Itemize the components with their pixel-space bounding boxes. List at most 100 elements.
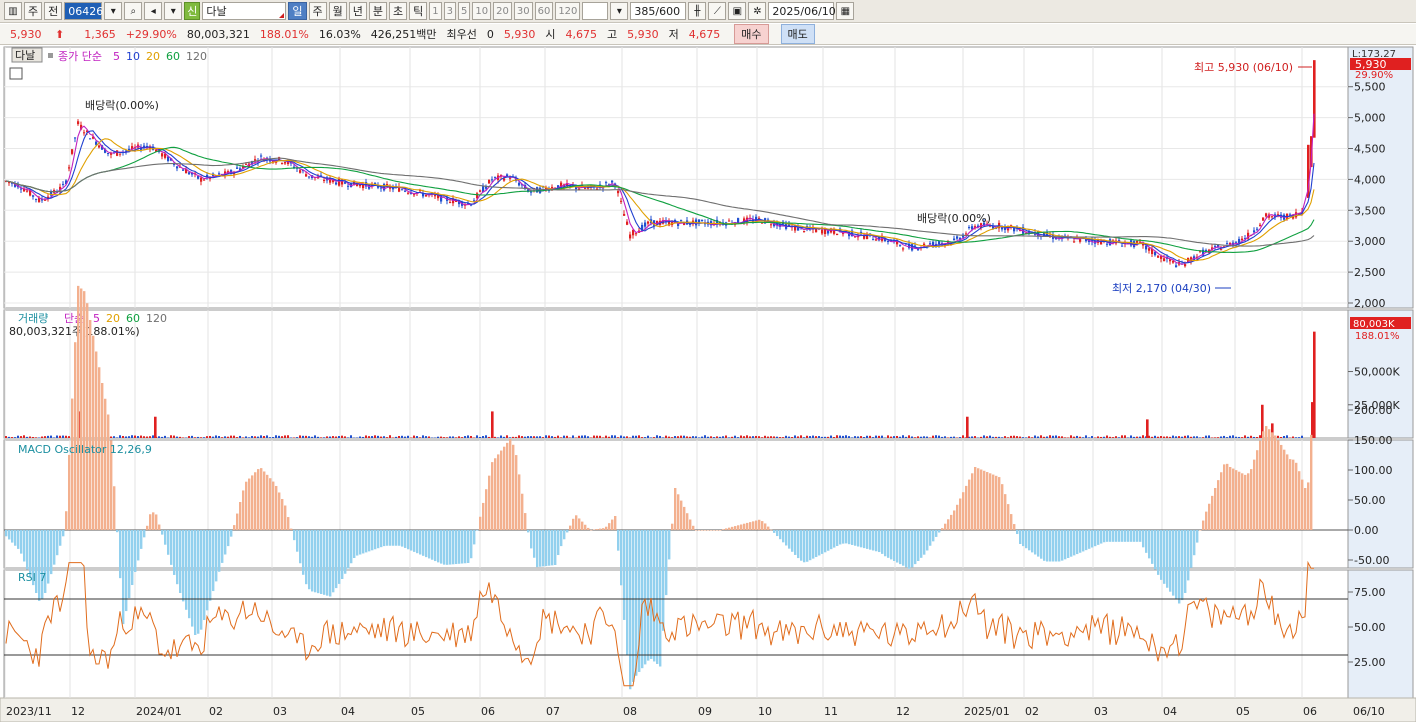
- period-minute[interactable]: 분: [368, 2, 387, 20]
- volume-bar: [1253, 436, 1255, 438]
- macd-bar: [224, 530, 227, 555]
- macd-bar: [161, 530, 164, 535]
- period-year[interactable]: 년: [348, 2, 367, 20]
- macd-bar: [959, 498, 962, 530]
- macd-bar: [341, 530, 344, 579]
- stock-chart[interactable]: 2023/11 12 2024/01 02 03 04 05 06 07 08 09 10 11 12 20…: [0, 45, 1416, 722]
- period-tick[interactable]: 틱: [409, 2, 428, 20]
- macd-bar: [539, 530, 542, 567]
- macd-bar: [854, 530, 857, 546]
- volume-bar: [776, 436, 778, 438]
- quote-bar: 5,930 ⬆ 1,365 +29.90% 80,003,321 188.01%…: [0, 24, 1416, 45]
- chart-menu-icon[interactable]: ▥: [4, 2, 22, 20]
- period-second[interactable]: 초: [389, 2, 408, 20]
- macd-tick-label: 200.00: [1354, 404, 1393, 417]
- price-tick-label: 5,500: [1354, 81, 1386, 94]
- date-input[interactable]: 2025/06/10: [768, 2, 836, 20]
- stock-code-input[interactable]: 064260: [64, 2, 110, 20]
- volume-bar: [362, 436, 364, 438]
- x-tick-label: 08: [623, 705, 637, 718]
- volume-bar: [1226, 437, 1228, 438]
- macd-bar: [1040, 530, 1043, 559]
- market-select[interactable]: 주: [24, 2, 43, 20]
- candle-body: [647, 221, 650, 224]
- volume-bar: [767, 436, 769, 438]
- volume-bar: [1193, 436, 1195, 438]
- macd-bar: [38, 530, 41, 601]
- sell-button[interactable]: 매도: [780, 24, 815, 44]
- min-60[interactable]: 60: [534, 2, 554, 20]
- period-day[interactable]: 일: [288, 2, 307, 20]
- volume-bar: [227, 436, 229, 438]
- macd-bar: [572, 518, 575, 530]
- macd-bar: [323, 530, 326, 595]
- save-icon[interactable]: ▣: [728, 2, 747, 20]
- line-tool-icon[interactable]: ⟋: [708, 2, 727, 20]
- volume-bar: [1166, 436, 1168, 438]
- calendar-icon[interactable]: ▦: [836, 2, 855, 20]
- min-10[interactable]: 10: [472, 2, 492, 20]
- macd-bar: [842, 530, 845, 544]
- macd-bar: [935, 530, 938, 537]
- macd-bar: [287, 517, 290, 530]
- candle-type-icon[interactable]: ╫: [688, 2, 707, 20]
- macd-bar: [1106, 530, 1109, 542]
- volume-bar: [386, 437, 388, 438]
- volume-bar: [719, 436, 721, 438]
- macd-bar: [203, 530, 206, 621]
- custom-period-input[interactable]: [582, 2, 609, 20]
- period-week[interactable]: 주: [308, 2, 327, 20]
- min-1[interactable]: 1: [429, 2, 442, 20]
- market-type-select[interactable]: 전: [44, 2, 63, 20]
- min-30[interactable]: 30: [513, 2, 533, 20]
- custom-period-dropdown-icon[interactable]: ▾: [610, 2, 629, 20]
- macd-bar: [614, 516, 617, 530]
- volume-bar: [164, 435, 166, 438]
- volume-bar: [1247, 436, 1249, 438]
- code-dropdown-icon[interactable]: ▾: [104, 2, 123, 20]
- gear-icon[interactable]: ✲: [748, 2, 767, 20]
- macd-bar: [1190, 530, 1193, 568]
- macd-bar: [1205, 511, 1208, 530]
- volume-bar: [1058, 436, 1060, 438]
- volume-bar: [1085, 435, 1087, 438]
- stock-name-field[interactable]: 다날: [202, 2, 287, 20]
- speaker-icon[interactable]: ◂: [144, 2, 163, 20]
- min-120[interactable]: 120: [555, 2, 581, 20]
- macd-bar: [548, 530, 551, 566]
- min-20[interactable]: 20: [493, 2, 512, 20]
- dropdown-icon[interactable]: ▾: [164, 2, 183, 20]
- volume-bar: [161, 436, 163, 438]
- candle-body: [488, 179, 491, 184]
- min-3[interactable]: 3: [443, 2, 456, 20]
- macd-bar: [1274, 435, 1277, 530]
- count-field[interactable]: 385/600: [630, 2, 687, 20]
- candle-body: [188, 172, 191, 175]
- buy-button[interactable]: 매수: [734, 24, 769, 44]
- volume-bar: [1283, 435, 1285, 438]
- volume-bar: [464, 436, 466, 438]
- macd-bar: [809, 530, 812, 561]
- min-5[interactable]: 5: [458, 2, 471, 20]
- trade-amount: 426,251백만: [370, 28, 437, 41]
- macd-bar: [1082, 530, 1085, 552]
- macd-bar: [1178, 530, 1181, 604]
- macd-bar: [1310, 434, 1313, 530]
- macd-bar: [215, 530, 218, 582]
- volume-bar: [782, 437, 784, 438]
- macd-bar: [1097, 530, 1100, 545]
- macd-bar: [332, 530, 335, 593]
- volume-bar: [743, 436, 745, 438]
- candle-body: [1253, 230, 1256, 233]
- macd-bar: [590, 529, 593, 531]
- period-month[interactable]: 월: [328, 2, 347, 20]
- volume-bar: [791, 437, 793, 438]
- macd-bar: [635, 530, 638, 676]
- macd-bar: [380, 530, 383, 548]
- x-tick-label: 2025/01: [964, 705, 1010, 718]
- volume-bar: [1190, 436, 1192, 438]
- macd-bar: [1307, 482, 1310, 530]
- candle-body: [1262, 217, 1265, 221]
- volume-bar: [154, 416, 157, 438]
- search-icon[interactable]: ⌕: [124, 2, 143, 20]
